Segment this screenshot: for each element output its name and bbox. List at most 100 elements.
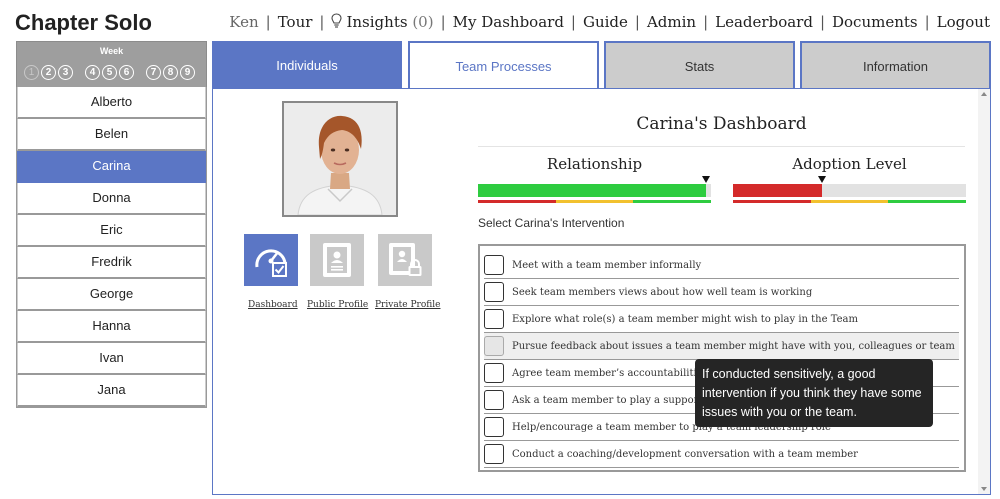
relationship-marker-icon — [702, 176, 711, 183]
tab-information[interactable]: Information — [800, 41, 991, 88]
week-3-button[interactable]: 3 — [58, 65, 73, 80]
scroll-up-arrow-icon[interactable] — [981, 92, 987, 96]
admin-link[interactable]: Admin — [647, 13, 696, 31]
intervention-checkbox[interactable] — [484, 417, 504, 437]
week-7-button[interactable]: 7 — [146, 65, 161, 80]
intervention-checkbox[interactable] — [484, 363, 504, 383]
tour-link[interactable]: Tour — [278, 13, 313, 31]
intervention-checkbox[interactable] — [484, 309, 504, 329]
adoption-meter-fill — [733, 184, 822, 197]
tab-stats[interactable]: Stats — [604, 41, 795, 88]
week-9-button[interactable]: 9 — [180, 65, 195, 80]
intervention-checkbox[interactable] — [484, 390, 504, 410]
tab-team-processes[interactable]: Team Processes — [408, 41, 599, 88]
week-1-button[interactable]: 1 — [24, 65, 39, 80]
scrollbar[interactable] — [978, 89, 990, 494]
intervention-checkbox[interactable] — [484, 282, 504, 302]
dashboard-button[interactable] — [244, 234, 298, 286]
public-profile-link[interactable]: Public Profile — [307, 300, 368, 310]
scale-mid-segment — [555, 200, 634, 203]
nav-separator: | — [819, 13, 825, 31]
nav-separator: | — [634, 13, 640, 31]
relationship-scale — [478, 200, 711, 203]
week-5-button[interactable]: 5 — [102, 65, 117, 80]
lightbulb-icon — [331, 13, 343, 28]
relationship-meter — [478, 176, 711, 197]
intervention-label: Pursue feedback about issues a team memb… — [512, 340, 955, 352]
week-label: Week — [99, 46, 124, 56]
insights-link[interactable]: Insights (0) — [331, 13, 434, 31]
week-number-row: 1 2 3 4 5 6 7 8 9 — [24, 65, 204, 80]
private-profile-link[interactable]: Private Profile — [375, 300, 440, 310]
private-profile-button[interactable] — [378, 234, 432, 286]
insights-count: (0) — [412, 13, 434, 31]
week-6-button[interactable]: 6 — [119, 65, 134, 80]
adoption-scale — [733, 200, 966, 203]
person-item-alberto[interactable]: Alberto — [17, 87, 206, 119]
week-4-button[interactable]: 4 — [85, 65, 100, 80]
person-item-ivan[interactable]: Ivan — [17, 343, 206, 375]
app-title: Chapter Solo — [15, 10, 152, 35]
nav-separator: | — [924, 13, 930, 31]
nav-separator: | — [703, 13, 709, 31]
scale-low-segment — [478, 200, 556, 203]
adoption-marker-icon — [817, 176, 826, 183]
intervention-item[interactable]: Seek team members views about how well t… — [484, 279, 959, 306]
top-navigation: Ken | Tour | Insights (0) | My Dashboard… — [229, 13, 990, 31]
adoption-level-label: Adoption Level — [792, 155, 907, 173]
scale-low-segment — [733, 200, 811, 203]
intervention-label: Explore what role(s) a team member might… — [512, 313, 858, 325]
intervention-label: Agree team member’s accountabilities — [512, 367, 708, 379]
people-list: Alberto Belen Carina Donna Eric Fredrik … — [16, 87, 207, 408]
person-item-hanna[interactable]: Hanna — [17, 311, 206, 343]
current-user: Ken — [229, 13, 259, 31]
scale-high-segment — [633, 200, 711, 203]
leaderboard-link[interactable]: Leaderboard — [715, 13, 813, 31]
profile-photo — [282, 101, 398, 217]
person-item-eric[interactable]: Eric — [17, 215, 206, 247]
intervention-checkbox[interactable] — [484, 444, 504, 464]
tab-individuals[interactable]: Individuals — [212, 41, 402, 88]
intervention-label: Seek team members views about how well t… — [512, 286, 813, 298]
person-item-george[interactable]: George — [17, 279, 206, 311]
guide-link[interactable]: Guide — [583, 13, 628, 31]
person-item-carina[interactable]: Carina — [17, 151, 206, 183]
nav-separator: | — [570, 13, 576, 31]
person-item-fredrik[interactable]: Fredrik — [17, 247, 206, 279]
intervention-label: Meet with a team member informally — [512, 259, 702, 271]
intervention-item[interactable]: Explore what role(s) a team member might… — [484, 306, 959, 333]
adoption-meter — [733, 176, 966, 197]
intervention-checkbox[interactable] — [484, 336, 504, 356]
intervention-label: Conduct a coaching/development conversat… — [512, 448, 858, 460]
public-profile-button[interactable] — [310, 234, 364, 286]
logout-link[interactable]: Logout — [937, 13, 990, 31]
relationship-meter-fill — [478, 184, 707, 197]
person-item-jana[interactable]: Jana — [17, 375, 206, 407]
dashboard-title: Carina's Dashboard — [636, 114, 807, 134]
nav-separator: | — [440, 13, 446, 31]
insights-label: Insights — [346, 13, 408, 31]
intervention-item[interactable]: Conduct a coaching/development conversat… — [484, 441, 959, 468]
dashboard-gauge-icon — [255, 249, 287, 277]
private-profile-lock-icon — [389, 243, 422, 276]
scroll-down-arrow-icon[interactable] — [981, 487, 987, 491]
person-portrait-image — [284, 103, 396, 215]
week-2-button[interactable]: 2 — [41, 65, 56, 80]
intervention-list: Meet with a team member informally Seek … — [478, 244, 966, 472]
intervention-checkbox[interactable] — [484, 255, 504, 275]
week-8-button[interactable]: 8 — [163, 65, 178, 80]
intervention-item[interactable]: Meet with a team member informally — [484, 252, 959, 279]
relationship-label: Relationship — [546, 155, 643, 173]
week-selector: Week 1 2 3 4 5 6 7 8 9 — [16, 41, 207, 89]
person-item-donna[interactable]: Donna — [17, 183, 206, 215]
dashboard-link[interactable]: Dashboard — [248, 300, 298, 310]
my-dashboard-link[interactable]: My Dashboard — [453, 13, 564, 31]
nav-separator: | — [319, 13, 325, 31]
scale-high-segment — [888, 200, 966, 203]
intervention-tooltip: If conducted sensitively, a good interve… — [695, 359, 933, 427]
documents-link[interactable]: Documents — [832, 13, 918, 31]
intervention-select-label: Select Carina's Intervention — [478, 216, 625, 230]
person-item-belen[interactable]: Belen — [17, 119, 206, 151]
scale-mid-segment — [810, 200, 889, 203]
intervention-item-hovered[interactable]: Pursue feedback about issues a team memb… — [484, 333, 959, 360]
